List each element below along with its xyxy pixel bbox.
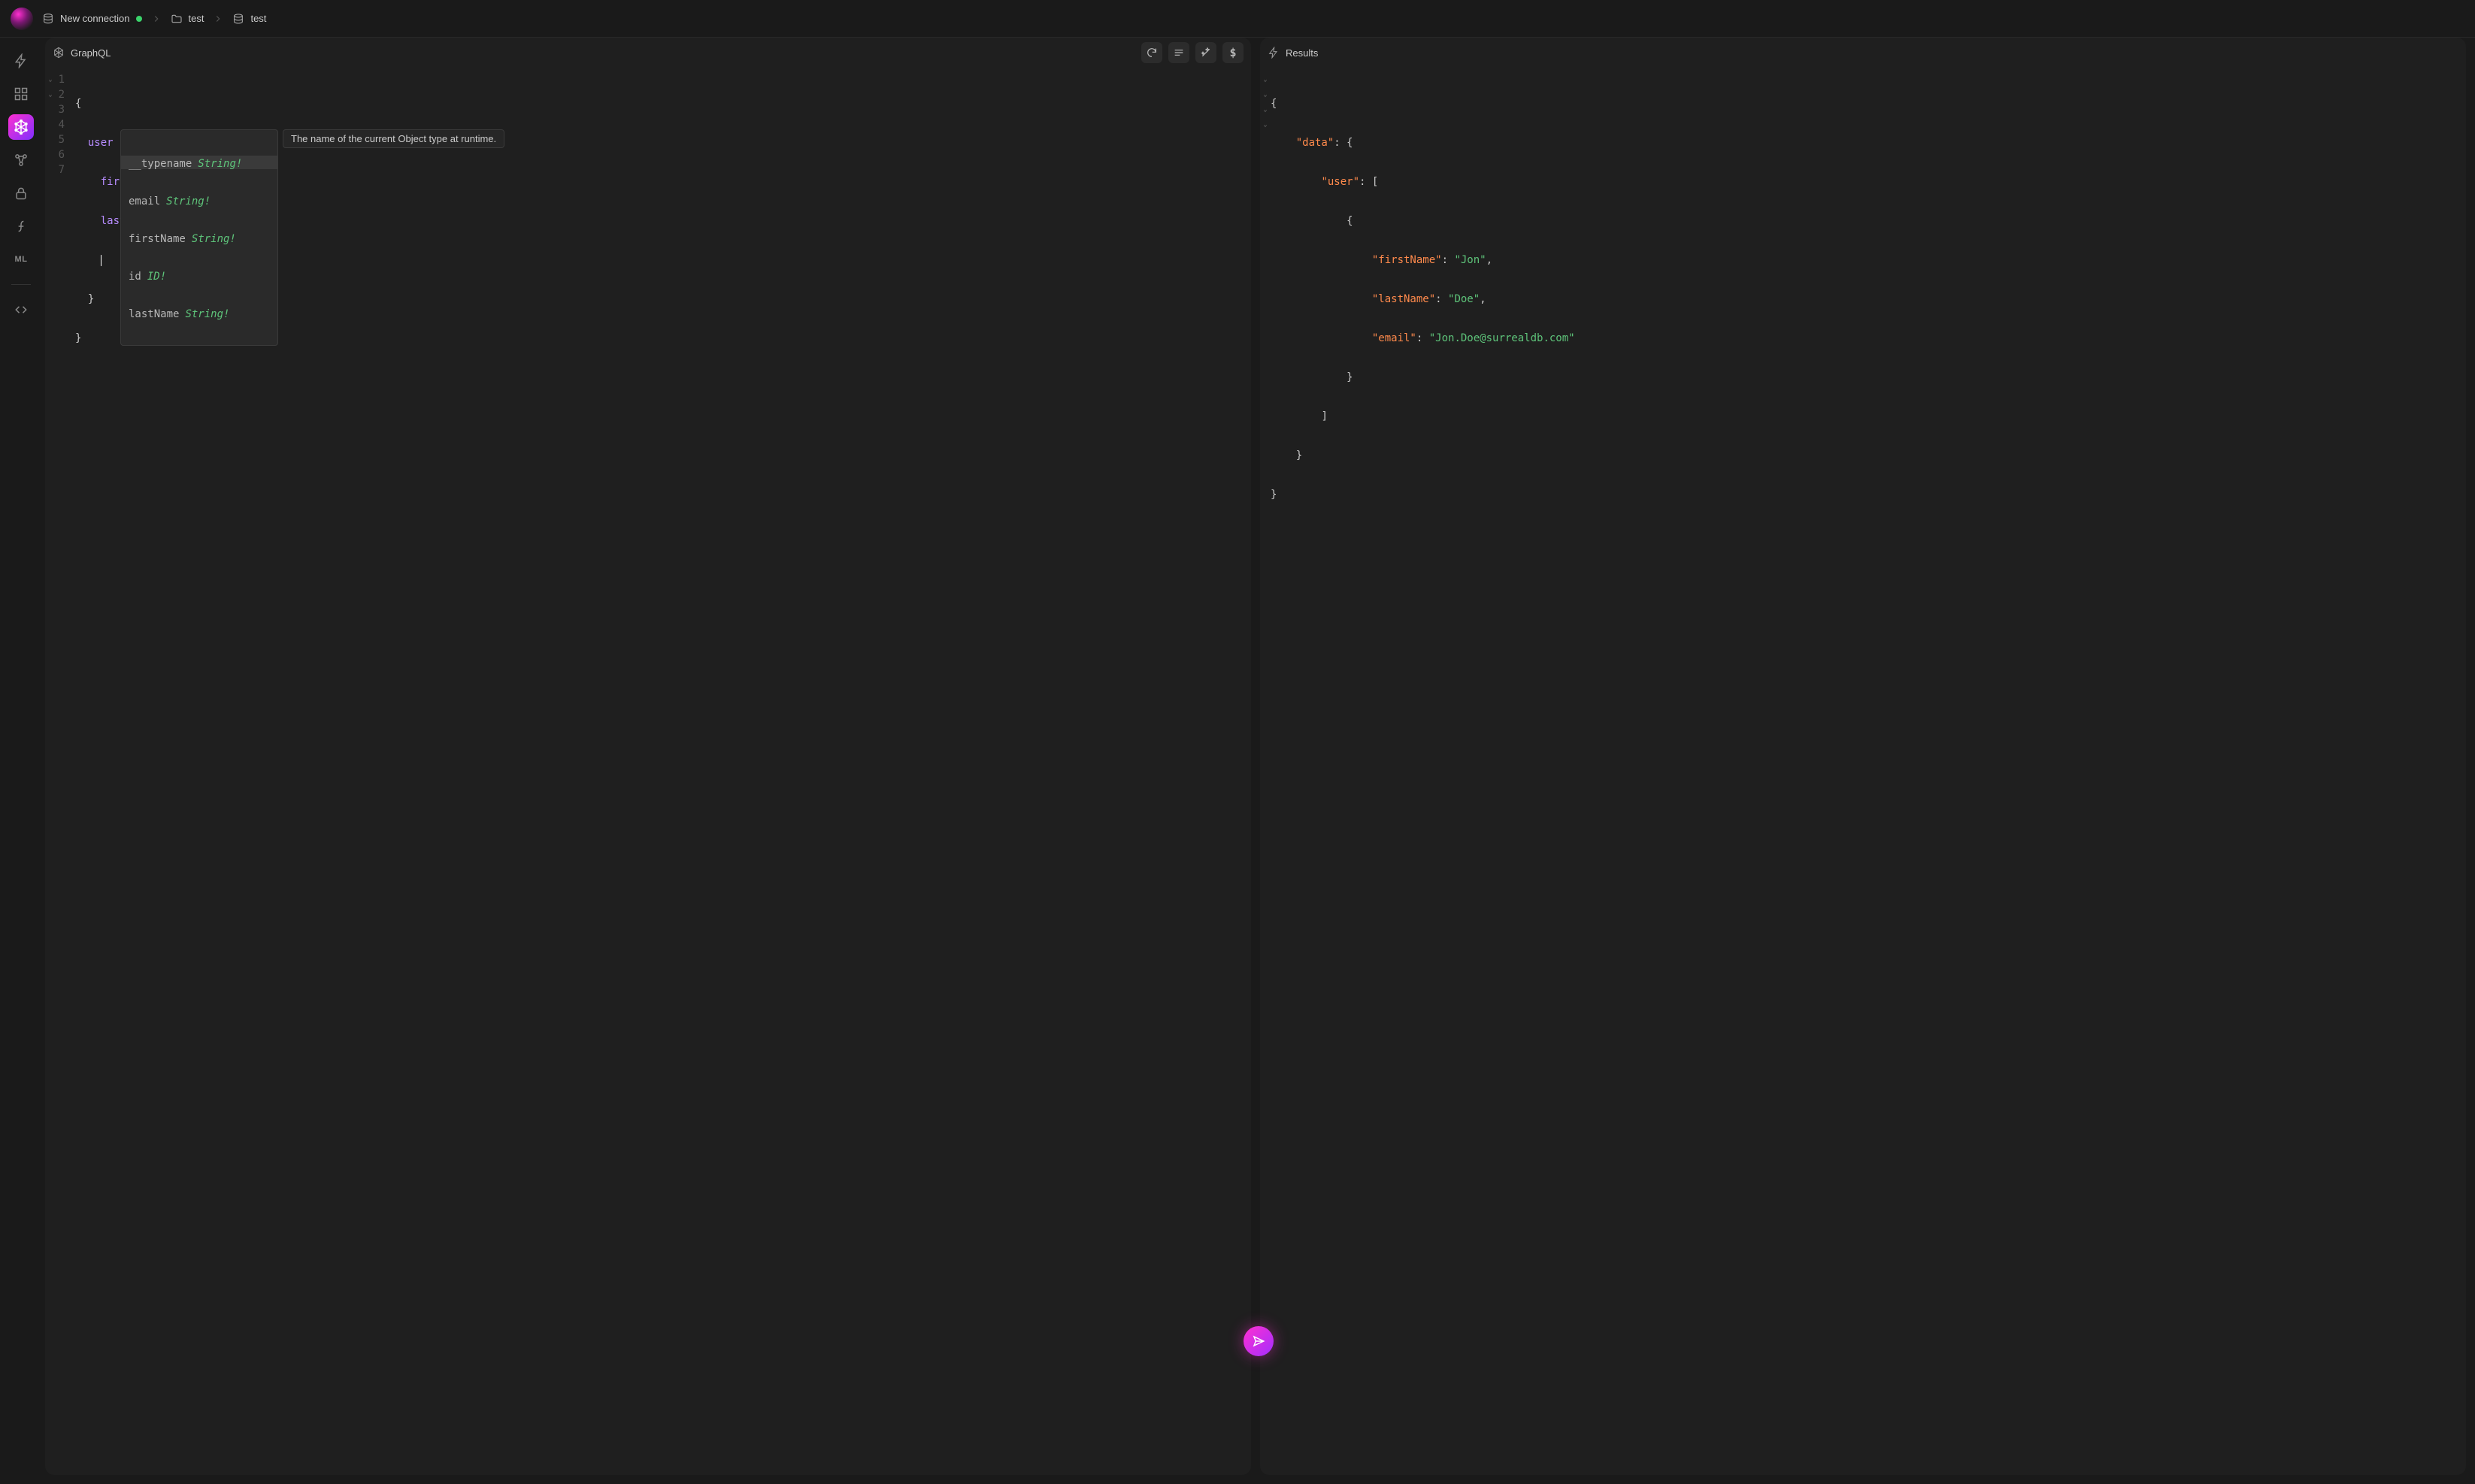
breadcrumb-database-label: test — [250, 13, 266, 24]
json-key: "lastName" — [1372, 293, 1435, 305]
refresh-button[interactable] — [1141, 42, 1162, 63]
breadcrumb-database[interactable]: test — [232, 13, 266, 25]
wand-icon — [1200, 47, 1212, 59]
send-icon — [1252, 1334, 1265, 1348]
graph-icon — [14, 153, 29, 168]
breadcrumb-namespace[interactable]: test — [171, 13, 204, 25]
autocomplete-doc: The name of the current Object type at r… — [283, 129, 504, 148]
code-token: user — [88, 137, 114, 149]
graphql-icon — [14, 120, 29, 135]
dollar-icon: $ — [1229, 46, 1236, 59]
ml-icon: ML — [15, 255, 28, 264]
autocomplete-item-type: ID! — [147, 270, 166, 280]
graphql-editor[interactable]: { user { firstName lastName } } __typena… — [75, 68, 1251, 1475]
folder-icon — [171, 13, 183, 25]
rail-graphql[interactable] — [8, 114, 34, 140]
fold-marker[interactable]: ⌄ — [47, 87, 54, 102]
autocomplete-item-type: String! — [198, 157, 242, 168]
json-value: "Jon" — [1454, 254, 1486, 266]
code-token: } — [75, 332, 81, 344]
magic-button[interactable] — [1195, 42, 1216, 63]
autocomplete-item-type: String! — [185, 307, 229, 318]
database-stack-icon — [42, 13, 54, 25]
json-key: "data" — [1296, 137, 1334, 149]
autocomplete-item-name: lastName — [129, 307, 179, 318]
autocomplete-item[interactable]: lastName String! — [121, 306, 277, 320]
json-key: "firstName" — [1372, 254, 1442, 266]
rail-query[interactable] — [8, 48, 34, 74]
lines-icon — [1173, 47, 1185, 59]
line-number: 7 — [45, 162, 75, 177]
autocomplete-item-type: String! — [192, 232, 236, 243]
rail-explorer[interactable] — [8, 81, 34, 107]
chevron-right-icon — [213, 14, 223, 24]
json-key: "user" — [1321, 176, 1359, 188]
code-token: { — [75, 98, 81, 110]
graphql-editor-panel: GraphQL $ ⌄ ⌄ — [45, 38, 1251, 1475]
json-value: "Doe" — [1448, 293, 1480, 305]
autocomplete-item[interactable]: id ID! — [121, 268, 277, 282]
sidebar-rail: ML — [0, 38, 42, 1484]
autocomplete-item-name: __typename — [129, 157, 192, 168]
breadcrumb-bar: New connection test test — [0, 0, 2475, 38]
breadcrumb-namespace-label: test — [189, 13, 204, 24]
autocomplete-item[interactable]: firstName String! — [121, 231, 277, 244]
chevron-right-icon — [151, 14, 162, 24]
editor-title: GraphQL — [71, 47, 111, 59]
lightning-icon — [1268, 47, 1280, 59]
fold-marker[interactable]: ⌄ — [1260, 87, 1271, 102]
lock-icon — [14, 186, 29, 201]
rail-auth[interactable] — [8, 180, 34, 206]
grid-icon — [14, 86, 29, 101]
line-number: 6 — [45, 147, 75, 162]
code-token: } — [88, 293, 94, 305]
function-icon — [14, 219, 29, 234]
autocomplete-item-type: String! — [166, 195, 211, 205]
autocomplete-item[interactable]: __typename String! — [121, 156, 277, 169]
line-number: 5 — [45, 132, 75, 147]
autocomplete-item-name: email — [129, 195, 160, 205]
results-title: Results — [1286, 47, 1318, 59]
fold-marker[interactable]: ⌄ — [1260, 72, 1271, 87]
autocomplete-list: __typename String! email String! firstNa… — [120, 129, 278, 346]
json-fold-gutter: ⌄ ⌄ ⌄ ⌄ — [1260, 68, 1271, 1475]
line-number: 4 — [45, 117, 75, 132]
rail-models[interactable]: ML — [8, 247, 34, 272]
rail-api[interactable] — [8, 297, 34, 323]
lightning-icon — [14, 53, 29, 68]
app-logo[interactable] — [11, 8, 33, 30]
line-number: 3 — [45, 102, 75, 117]
breadcrumb-connection-label: New connection — [60, 13, 130, 24]
json-key: "email" — [1372, 332, 1416, 344]
results-json-viewer[interactable]: { "data": { "user": [ { "firstName": "Jo… — [1271, 68, 2466, 1475]
autocomplete-item-name: firstName — [129, 232, 186, 243]
format-button[interactable] — [1168, 42, 1189, 63]
editor-gutter: ⌄ ⌄ 1 2 3 4 5 6 7 — [45, 68, 75, 1475]
code-brackets-icon — [14, 302, 29, 317]
database-icon — [232, 13, 244, 25]
variables-button[interactable]: $ — [1222, 42, 1244, 63]
graphql-icon — [53, 47, 65, 59]
breadcrumb-connection[interactable]: New connection — [42, 13, 142, 25]
rail-designer[interactable] — [8, 147, 34, 173]
autocomplete-popup: __typename String! email String! firstNa… — [120, 129, 504, 346]
rail-separator — [11, 284, 31, 285]
run-query-fab[interactable] — [1244, 1326, 1274, 1356]
autocomplete-item-name: id — [129, 270, 141, 280]
connection-status-dot — [136, 16, 142, 22]
json-value: "Jon.Doe@surrealdb.com" — [1429, 332, 1575, 344]
fold-marker[interactable]: ⌄ — [1260, 102, 1271, 117]
autocomplete-item[interactable]: email String! — [121, 193, 277, 207]
fold-marker[interactable]: ⌄ — [1260, 117, 1271, 132]
rail-functions[interactable] — [8, 214, 34, 239]
results-panel: Results ⌄ ⌄ ⌄ ⌄ { "data": { "user": [ { — [1260, 38, 2466, 1475]
fold-marker[interactable]: ⌄ — [47, 72, 54, 87]
refresh-icon — [1146, 47, 1158, 59]
